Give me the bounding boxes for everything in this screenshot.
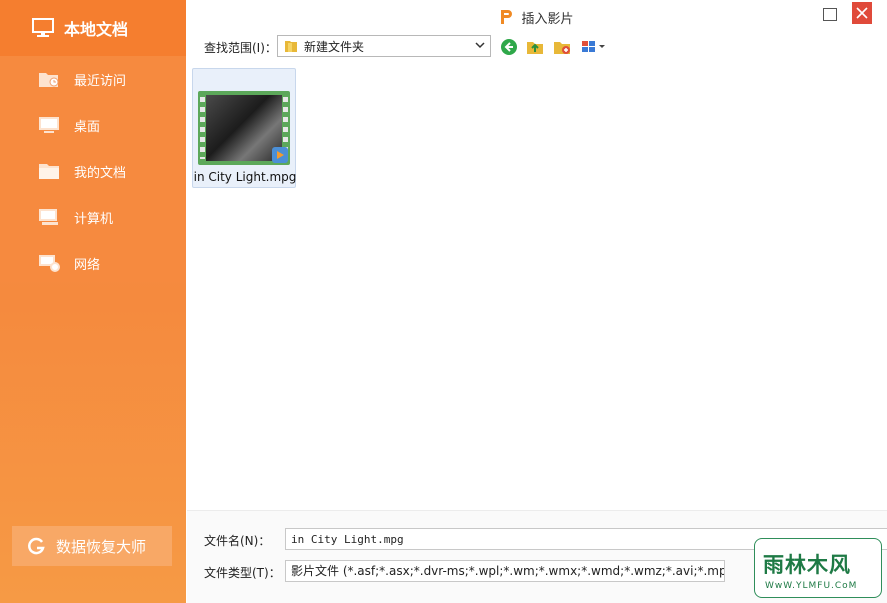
maximize-button[interactable] xyxy=(823,8,837,21)
back-icon xyxy=(500,38,518,56)
close-icon xyxy=(856,7,868,19)
new-folder-icon xyxy=(553,38,571,56)
sidebar-item-documents[interactable]: 我的文档 xyxy=(0,148,186,194)
recovery-icon xyxy=(26,536,46,556)
sidebar-item-network[interactable]: 网络 xyxy=(0,240,186,286)
up-folder-button[interactable] xyxy=(525,37,545,57)
filename-label: 文件名(N)： xyxy=(204,534,271,548)
recent-folder-icon xyxy=(38,70,60,88)
sidebar: 本地文档 最近访问 桌面 我的文档 计算机 网络 数据恢复大师 xyxy=(0,0,186,603)
current-folder-name: 新建文件夹 xyxy=(304,39,365,54)
folder-icon xyxy=(38,162,60,180)
watermark: 雨林木风 WwW.YLMFU.CoM xyxy=(754,538,882,598)
sidebar-item-desktop[interactable]: 桌面 xyxy=(0,102,186,148)
folder-icon xyxy=(284,39,298,53)
watermark-logo: 雨林木风 xyxy=(763,553,851,577)
watermark-url: WwW.YLMFU.CoM xyxy=(765,581,858,591)
toolbar: 查找范围(I)： xyxy=(204,35,277,59)
video-thumbnail xyxy=(198,91,290,165)
monitor-icon xyxy=(32,18,54,38)
look-in-select[interactable]: 新建文件夹 xyxy=(277,35,491,57)
file-name: in City Light.mpg xyxy=(193,170,297,184)
close-button[interactable] xyxy=(852,2,872,24)
up-folder-icon xyxy=(526,38,544,56)
back-button[interactable] xyxy=(499,37,519,57)
new-folder-button[interactable] xyxy=(552,37,572,57)
sidebar-item-computer[interactable]: 计算机 xyxy=(0,194,186,240)
view-menu-icon xyxy=(581,39,607,55)
title-bar: 插入影片 xyxy=(186,0,887,34)
sidebar-item-recent[interactable]: 最近访问 xyxy=(0,56,186,102)
view-menu-button[interactable] xyxy=(580,37,608,57)
film-frame-icon xyxy=(206,95,282,161)
filetype-label: 文件类型(T)： xyxy=(204,566,281,580)
window-title: 插入影片 xyxy=(521,11,574,27)
sidebar-title: 本地文档 xyxy=(64,20,129,39)
data-recovery-button[interactable]: 数据恢复大师 xyxy=(12,526,172,566)
filetype-select[interactable]: 影片文件 (*.asf;*.asx;*.dvr-ms;*.wpl;*.wm;*.… xyxy=(285,560,725,582)
sidebar-nav: 最近访问 桌面 我的文档 计算机 网络 xyxy=(0,56,186,282)
play-icon xyxy=(272,147,288,163)
computer-icon xyxy=(38,208,60,226)
network-icon xyxy=(38,254,60,272)
chevron-down-icon xyxy=(475,42,485,50)
sidebar-header: 本地文档 xyxy=(0,0,186,56)
file-list[interactable]: in City Light.mpg xyxy=(187,64,887,509)
desktop-icon xyxy=(38,116,60,134)
file-item[interactable]: in City Light.mpg xyxy=(192,68,296,188)
look-in-label: 查找范围(I)： xyxy=(204,40,277,55)
presentation-app-icon xyxy=(499,9,513,25)
